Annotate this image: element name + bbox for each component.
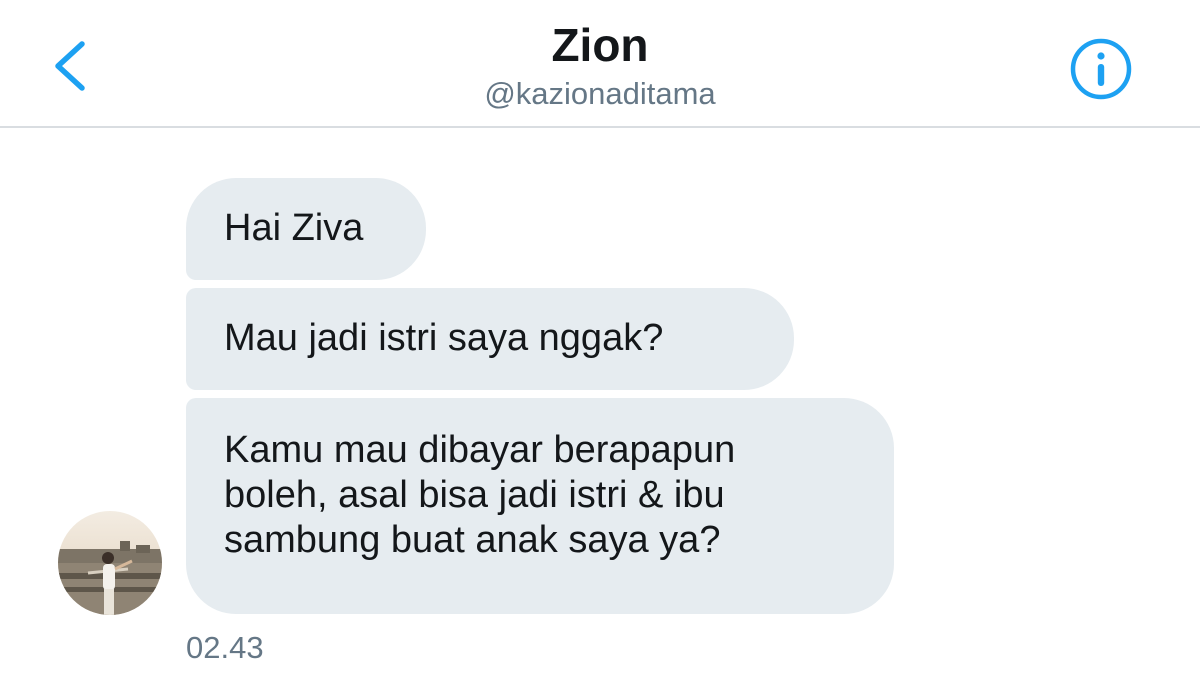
message-text-line: Kamu mau dibayar berapapun (224, 429, 736, 471)
conversation-header: Zion @kazionaditama (0, 0, 1200, 128)
message-text-line: boleh, asal bisa jadi istri & ibu (224, 474, 725, 516)
dm-conversation-screen: Zion @kazionaditama Hai Ziva Mau jadi is… (0, 0, 1200, 697)
info-button[interactable] (1070, 38, 1132, 100)
message-text: Hai Ziva (224, 207, 364, 249)
message-text: Mau jadi istri saya nggak? (224, 317, 664, 359)
message-bubble[interactable]: Kamu mau dibayar berapapun boleh, asal b… (186, 398, 894, 614)
message-bubble[interactable]: Mau jadi istri saya nggak? (186, 288, 794, 390)
message-timestamp: 02.43 (186, 630, 264, 665)
message-text-line: sambung buat anak saya ya? (224, 519, 721, 561)
contact-handle[interactable]: @kazionaditama (0, 76, 1200, 112)
sender-avatar[interactable] (58, 511, 162, 615)
contact-name[interactable]: Zion (0, 18, 1200, 72)
info-circle-icon (1070, 38, 1132, 100)
avatar-photo (58, 511, 162, 615)
message-bubble[interactable]: Hai Ziva (186, 178, 426, 280)
